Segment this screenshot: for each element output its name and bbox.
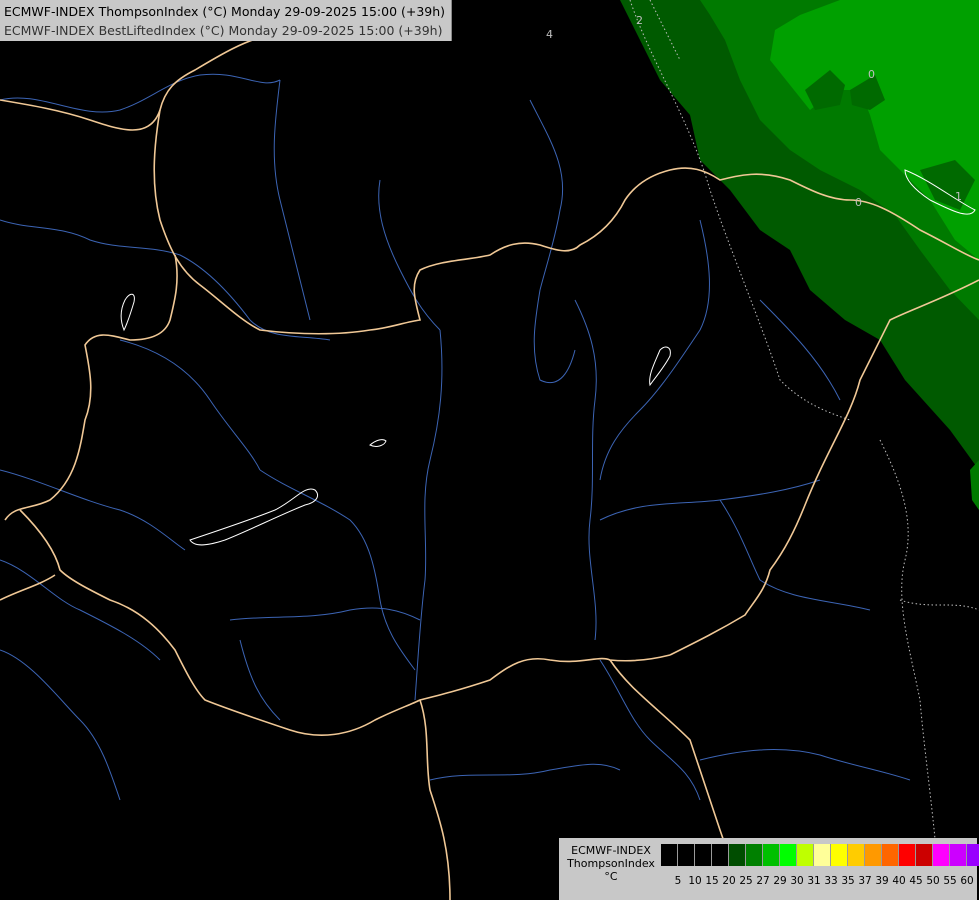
legend-ticks: 5 10 15 20 25 27 29 30 31 33 35 37 39 40 45 50 55 60 (661, 875, 979, 889)
legend-tick: 40 (892, 875, 906, 887)
legend-tick: 33 (824, 875, 838, 887)
legend-swatch (678, 844, 695, 866)
legend-color-bar (661, 844, 979, 866)
contour-label: 0 (855, 196, 862, 209)
title-best-lifted-index: ECMWF-INDEX BestLiftedIndex (°C) Monday … (4, 23, 443, 38)
legend-tick: 35 (841, 875, 855, 887)
legend-swatch (916, 844, 933, 866)
legend-swatch (746, 844, 763, 866)
legend-swatch (780, 844, 797, 866)
legend-tick: 10 (688, 875, 702, 887)
legend-swatch (695, 844, 712, 866)
contour-label: 2 (636, 14, 643, 27)
legend-swatch (712, 844, 729, 866)
legend-swatch (814, 844, 831, 866)
legend-tick: 31 (807, 875, 821, 887)
legend-swatch (831, 844, 848, 866)
map-title: ECMWF-INDEX ThompsonIndex (°C) Monday 29… (0, 0, 453, 41)
legend-swatch (882, 844, 899, 866)
legend-swatch (763, 844, 780, 866)
contour-label: 4 (546, 28, 553, 41)
legend-tick: 37 (858, 875, 872, 887)
legend-label: ECMWF-INDEX ThompsonIndex °C (561, 844, 661, 883)
legend-tick: 25 (739, 875, 753, 887)
legend-tick: 5 (674, 875, 682, 887)
legend-swatch (797, 844, 814, 866)
legend-tick: 30 (790, 875, 804, 887)
title-thompson-index: ECMWF-INDEX ThompsonIndex (°C) Monday 29… (4, 4, 446, 19)
legend-tick: 20 (722, 875, 736, 887)
legend-swatch (967, 844, 979, 866)
legend-swatch (848, 844, 865, 866)
legend-tick: 60 (960, 875, 974, 887)
legend-tick: 15 (705, 875, 719, 887)
color-legend: ECMWF-INDEX ThompsonIndex °C 5 10 15 20 25 27… (559, 838, 979, 900)
legend-tick: 27 (756, 875, 770, 887)
legend-tick: 45 (909, 875, 923, 887)
legend-tick: 50 (926, 875, 940, 887)
legend-swatch (899, 844, 916, 866)
legend-unit: °C (604, 870, 618, 883)
legend-swatch (933, 844, 950, 866)
legend-swatch (950, 844, 967, 866)
legend-swatch (661, 844, 678, 866)
contour-label: 0 (868, 68, 875, 81)
legend-tick: 39 (875, 875, 889, 887)
contour-label: 1 (955, 190, 962, 203)
legend-tick: 55 (943, 875, 957, 887)
legend-swatch (865, 844, 882, 866)
legend-swatch (729, 844, 746, 866)
legend-tick: 29 (773, 875, 787, 887)
legend-source: ECMWF-INDEX (571, 844, 651, 857)
map-canvas: 2 4 0 1 0 (0, 0, 979, 900)
legend-variable: ThompsonIndex (567, 857, 655, 870)
